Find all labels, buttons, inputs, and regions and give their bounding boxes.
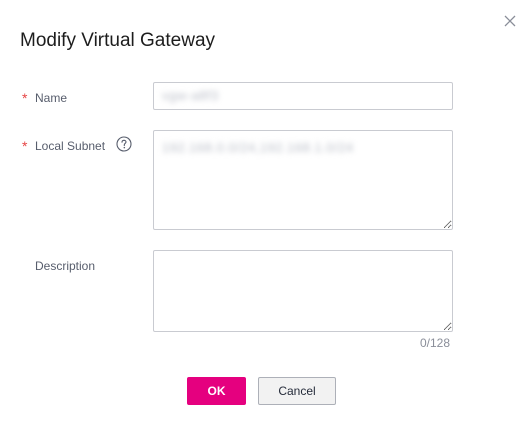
local-subnet-textarea[interactable]: 192.168.0.0/24,192.168.1.0/24 — [153, 130, 453, 230]
question-circle-icon[interactable] — [116, 136, 132, 152]
ok-button[interactable]: OK — [187, 377, 246, 405]
dialog-title: Modify Virtual Gateway — [20, 30, 216, 51]
modify-virtual-gateway-dialog: Modify Virtual Gateway * Name vgw-a8f3 *… — [0, 0, 524, 424]
description-char-counter: 0/128 — [420, 336, 451, 350]
cancel-button[interactable]: Cancel — [258, 377, 336, 405]
name-required-mark: * — [22, 90, 28, 106]
description-textarea[interactable] — [153, 250, 453, 332]
close-icon[interactable] — [500, 11, 520, 31]
local-subnet-label: Local Subnet — [35, 139, 106, 153]
name-input[interactable] — [153, 82, 453, 110]
description-label: Description — [35, 259, 96, 273]
name-label: Name — [35, 91, 68, 105]
local-subnet-required-mark: * — [22, 138, 28, 154]
